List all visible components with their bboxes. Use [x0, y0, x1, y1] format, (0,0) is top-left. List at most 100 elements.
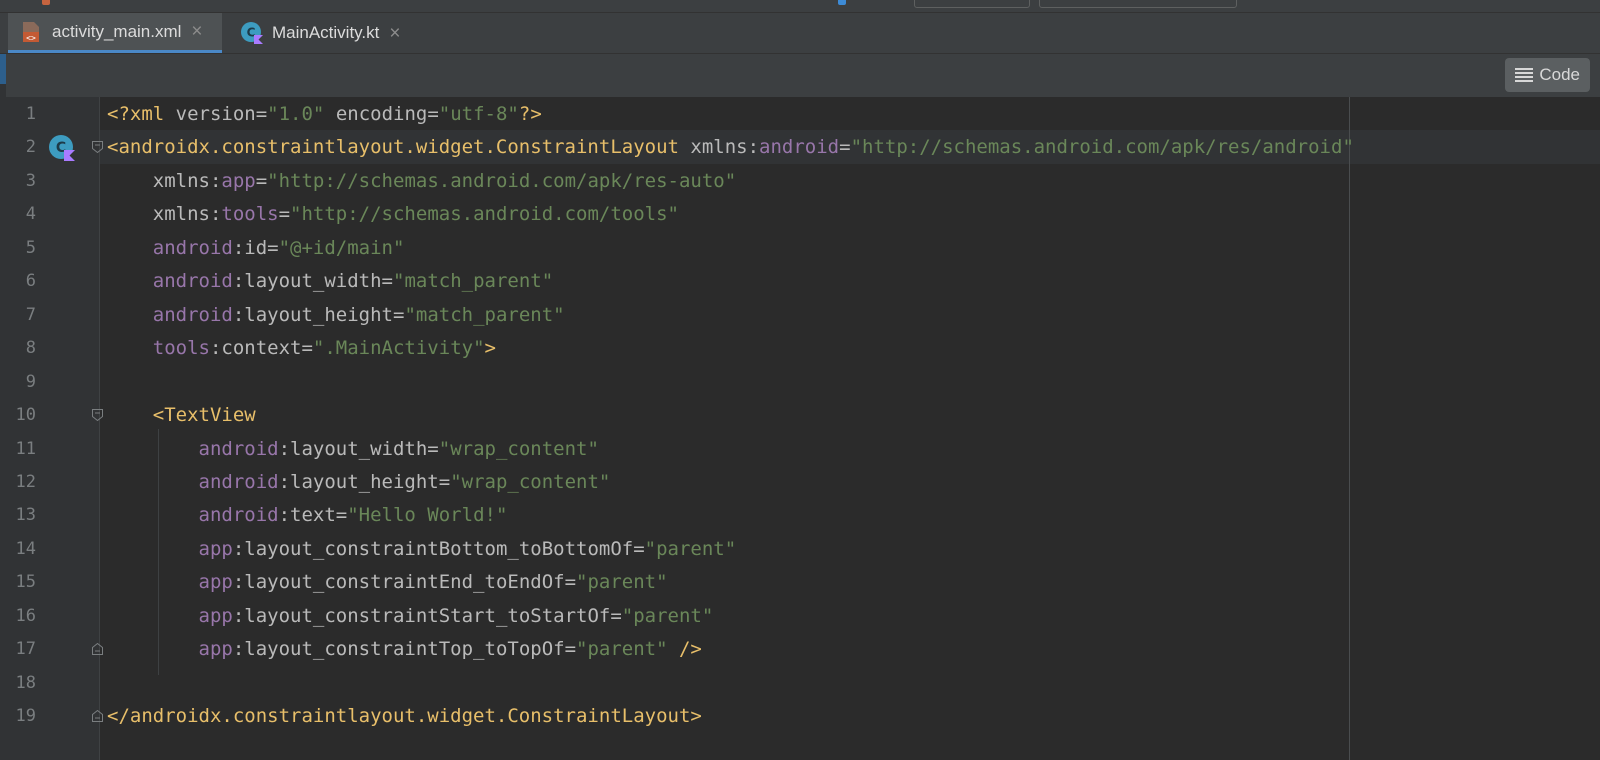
code-token: > [484, 337, 496, 360]
editor-mode-toolbar: Code [6, 54, 1600, 97]
code-token: ?> [518, 103, 542, 125]
device-selector[interactable] [1039, 0, 1237, 8]
line-number: 8 [25, 338, 36, 359]
right-margin-guide [1349, 97, 1350, 760]
code-token: encoding [335, 103, 428, 125]
code-token: :id= [232, 236, 279, 259]
gutter-divider [99, 97, 100, 760]
code-token: "@+id/main" [278, 236, 405, 259]
code-token: :layout_constraintEnd_toEndOf= [232, 571, 577, 594]
line-number: 13 [15, 505, 36, 526]
code-line[interactable]: android:layout_width="match_parent" [107, 264, 553, 298]
line-number: 14 [15, 538, 36, 559]
tab-activity-main-xml[interactable]: <> activity_main.xml × [8, 13, 222, 53]
line-number: 1 [25, 104, 36, 124]
main-toolbar-strip [0, 0, 1600, 13]
code-token: app [198, 604, 233, 627]
line-number: 5 [25, 237, 36, 258]
code-token: :layout_height= [232, 303, 405, 326]
close-icon[interactable]: × [389, 24, 400, 43]
code-token: "Hello World!" [347, 504, 508, 527]
fold-marker-icon[interactable] [92, 710, 103, 723]
code-token: app [198, 571, 233, 594]
code-token: "utf-8" [438, 103, 519, 125]
line-number: 16 [15, 605, 36, 626]
line-number: 4 [25, 204, 36, 225]
code-token: android [152, 303, 233, 326]
code-token: app [221, 169, 256, 192]
svg-text:<>: <> [26, 33, 36, 42]
fold-marker-icon[interactable] [92, 409, 103, 422]
code-token: tools [221, 203, 279, 226]
code-line[interactable]: xmlns:tools="http://schemas.android.com/… [107, 197, 679, 231]
code-token: "wrap_content" [450, 470, 611, 493]
code-line[interactable]: app:layout_constraintBottom_toBottomOf="… [107, 532, 737, 566]
code-line[interactable]: android:layout_height="wrap_content" [107, 465, 611, 499]
code-line[interactable]: android:text="Hello World!" [107, 498, 508, 532]
line-number: 11 [15, 438, 36, 459]
code-token: /> [667, 638, 702, 661]
code-line[interactable]: tools:context=".MainActivity"> [107, 331, 496, 365]
fold-marker-icon[interactable] [92, 643, 103, 656]
line-number: 12 [15, 471, 36, 492]
line-number: 7 [25, 304, 36, 325]
code-view-button[interactable]: Code [1505, 58, 1590, 92]
code-token: <TextView [107, 404, 256, 427]
code-token: xmlns: [107, 169, 222, 192]
kotlin-class-icon[interactable]: C [48, 134, 76, 162]
code-token: <?xml [107, 103, 176, 125]
code-token: xmlns: [107, 203, 222, 226]
code-token: android [198, 437, 279, 460]
code-token: :layout_width= [278, 437, 439, 460]
code-token: = [839, 136, 851, 159]
toolbar-icon-fragment [838, 0, 846, 5]
code-line[interactable]: <?xml version="1.0" encoding="utf-8"?> [107, 97, 542, 131]
tab-mainactivity-kt[interactable]: C MainActivity.kt × [232, 13, 432, 53]
code-token: android [198, 470, 279, 493]
code-token: xmlns: [678, 136, 760, 159]
code-line[interactable]: android:layout_height="match_parent" [107, 298, 565, 332]
code-line[interactable]: android:id="@+id/main" [107, 231, 405, 265]
code-token: = [278, 203, 291, 226]
code-line[interactable]: app:layout_constraintEnd_toEndOf="parent… [107, 565, 668, 599]
code-token: = [255, 169, 268, 192]
code-token: "wrap_content" [438, 437, 599, 460]
code-token: :layout_constraintBottom_toBottomOf= [232, 537, 645, 560]
editor-tab-bar: <> activity_main.xml × C MainActivity.kt… [0, 13, 1600, 54]
code-token: "http://schemas.android.com/apk/res/andr… [850, 136, 1354, 159]
code-token: "http://schemas.android.com/apk/res-auto… [267, 169, 737, 192]
code-token: android [198, 504, 279, 527]
fold-marker-icon[interactable] [92, 141, 103, 154]
line-number: 10 [15, 405, 36, 426]
code-token: = [255, 103, 268, 125]
line-number: 18 [15, 672, 36, 693]
code-token: version [175, 103, 256, 125]
close-icon[interactable]: × [191, 22, 202, 41]
code-line[interactable]: xmlns:app="http://schemas.android.com/ap… [107, 164, 736, 198]
code-token: :layout_constraintTop_toTopOf= [232, 638, 577, 661]
code-token: "1.0" [267, 103, 325, 125]
tab-label: activity_main.xml [52, 21, 182, 41]
run-configuration-selector[interactable] [914, 0, 1030, 8]
code-token: tools [152, 337, 210, 360]
toolbar-icon-fragment [42, 0, 50, 5]
code-line[interactable]: android:layout_width="wrap_content" [107, 432, 599, 466]
code-line[interactable]: </androidx.constraintlayout.widget.Const… [107, 699, 702, 733]
code-line[interactable]: <TextView [107, 398, 256, 432]
kotlin-class-icon: C [241, 22, 263, 44]
code-line[interactable]: app:layout_constraintStart_toStartOf="pa… [107, 599, 714, 633]
code-token: app [198, 638, 233, 661]
code-line[interactable]: <androidx.constraintlayout.widget.Constr… [107, 130, 1354, 164]
code-line[interactable]: app:layout_constraintTop_toTopOf="parent… [107, 632, 702, 666]
code-editor[interactable]: C 1 <?xml version="1.0" encoding="utf-8"?… [6, 97, 1600, 760]
line-number: 6 [25, 271, 36, 292]
